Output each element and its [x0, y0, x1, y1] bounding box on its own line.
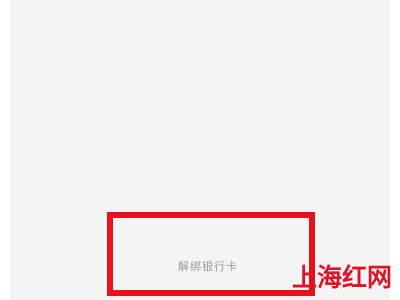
unbind-bank-card-button[interactable]: 解绑银行卡 — [112, 228, 304, 298]
watermark-text: 上海红网 — [291, 263, 392, 292]
unbind-bank-card-label: 解绑银行卡 — [178, 260, 238, 273]
